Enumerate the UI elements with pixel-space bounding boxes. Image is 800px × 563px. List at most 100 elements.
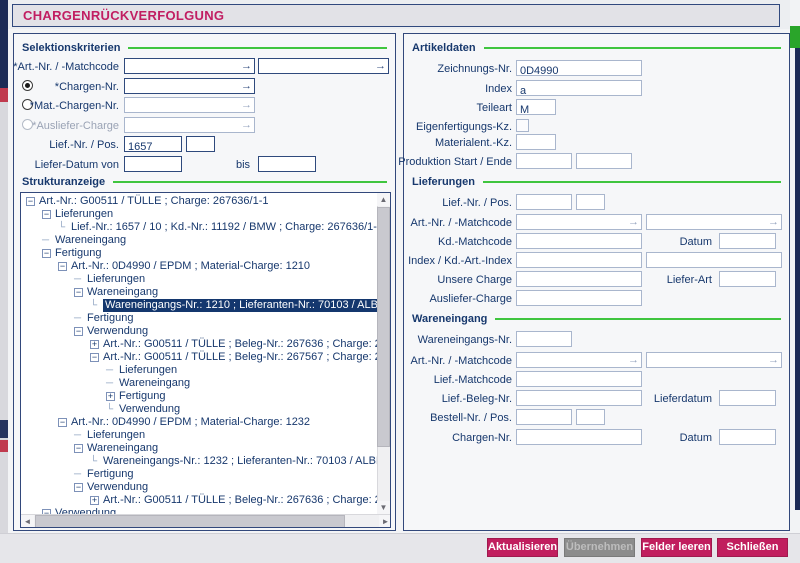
del-art-nr-input[interactable] (517, 218, 627, 232)
tree-item-label[interactable]: Wareneingangs-Nr.: 1232 ; Lieferanten-Nr… (103, 455, 377, 468)
we-chargen-field[interactable] (516, 429, 642, 445)
we-nr-field[interactable] (516, 331, 572, 347)
chargen-nr-input[interactable] (125, 82, 240, 96)
tree-item[interactable]: └Lief.-Nr.: 1657 / 10 ; Kd.-Nr.: 11192 /… (21, 221, 377, 234)
vertical-scroll-thumb[interactable] (377, 207, 390, 447)
lookup-arrow-icon[interactable]: → (768, 215, 779, 229)
tree-item[interactable]: + Art.-Nr.: G00511 / TÜLLE ; Beleg-Nr.: 2… (21, 494, 377, 507)
lookup-arrow-icon[interactable]: → (768, 353, 779, 367)
scroll-down-icon[interactable]: ▼ (377, 501, 390, 514)
tree-item-label[interactable]: Wareneingang (87, 442, 158, 455)
tree-item[interactable]: ─Fertigung (21, 312, 377, 325)
del-kd-art-index-input[interactable] (647, 256, 781, 270)
teileart-input[interactable] (517, 103, 555, 117)
collapse-icon[interactable]: − (58, 262, 67, 271)
collapse-icon[interactable]: − (74, 327, 83, 336)
collapse-icon[interactable]: − (26, 197, 35, 206)
tree-item[interactable]: ─Lieferungen (21, 273, 377, 286)
art-matchcode-field[interactable]: → (258, 58, 389, 74)
art-nr-field[interactable]: → (124, 58, 255, 74)
tree-item[interactable]: −Verwendung (21, 325, 377, 338)
tree-item-label[interactable]: Verwendung (119, 403, 180, 416)
art-matchcode-input[interactable] (259, 62, 374, 76)
tree-item-label[interactable]: Lieferungen (119, 364, 177, 377)
collapse-icon[interactable]: − (90, 353, 99, 362)
we-lief-matchcode-field[interactable] (516, 371, 642, 387)
we-nr-input[interactable] (517, 335, 571, 349)
tree-item-label[interactable]: Wareneingang (119, 377, 190, 390)
horizontal-scroll-thumb[interactable] (35, 515, 345, 528)
materialent-kz-field[interactable] (516, 134, 556, 150)
tree-horizontal-scrollbar[interactable]: ◄ ► (21, 514, 391, 527)
datum-von-input[interactable] (125, 160, 181, 174)
schliessen-button[interactable]: Schließen (717, 538, 788, 557)
lookup-arrow-icon[interactable]: → (241, 59, 252, 73)
del-kd-matchcode-field[interactable] (516, 233, 642, 249)
materialent-kz-input[interactable] (517, 138, 555, 152)
datum-bis-input[interactable] (259, 160, 315, 174)
produktion-ende-input[interactable] (577, 157, 631, 171)
we-lief-beleg-field[interactable] (516, 390, 642, 406)
scroll-up-icon[interactable]: ▲ (377, 193, 390, 206)
we-lieferdatum-input[interactable] (720, 394, 775, 408)
del-lief-pos-input[interactable] (577, 198, 604, 212)
index-input[interactable] (517, 84, 641, 98)
expand-icon[interactable]: + (90, 496, 99, 505)
del-art-matchcode-field[interactable]: → (646, 214, 782, 230)
tree-item-label[interactable]: Verwendung (55, 507, 116, 514)
zeichnungs-nr-input[interactable] (517, 64, 641, 78)
del-art-nr-field[interactable]: → (516, 214, 642, 230)
del-unsere-charge-input[interactable] (517, 275, 641, 289)
tree-item[interactable]: −Fertigung (21, 247, 377, 260)
tree-item-label[interactable]: Art.-Nr.: G00511 / TÜLLE ; Beleg-Nr.: 26… (103, 494, 377, 507)
tree-item[interactable]: ─Lieferungen (21, 429, 377, 442)
del-index-field[interactable] (516, 252, 642, 268)
tree-item[interactable]: ─Wareneingang (21, 377, 377, 390)
del-liefer-art-input[interactable] (720, 275, 775, 289)
produktion-ende-field[interactable] (576, 153, 632, 169)
tree-vertical-scrollbar[interactable]: ▲ ▼ (377, 193, 390, 514)
tree-item[interactable]: −Art.-Nr.: G00511 / TÜLLE ; Beleg-Nr.: 2… (21, 351, 377, 364)
tree-item-label[interactable]: Wareneingangs-Nr.: 1210 ; Lieferanten-Nr… (103, 299, 377, 312)
tree-item-label[interactable]: Art.-Nr.: 0D4990 / EPDM ; Material-Charg… (71, 260, 310, 273)
tree-item-label[interactable]: Fertigung (55, 247, 101, 260)
tree-item[interactable]: −Wareneingang (21, 286, 377, 299)
we-chargen-input[interactable] (517, 433, 641, 447)
collapse-icon[interactable]: − (58, 418, 67, 427)
tree-item[interactable]: −Verwendung (21, 481, 377, 494)
lookup-arrow-icon[interactable]: → (241, 79, 252, 93)
tree-item[interactable]: └Verwendung (21, 403, 377, 416)
tree-item-label[interactable]: Fertigung (87, 468, 133, 481)
datum-von-field[interactable] (124, 156, 182, 172)
tree-item[interactable]: +Art.-Nr.: G00511 / TÜLLE ; Beleg-Nr.: 2… (21, 338, 377, 351)
del-art-matchcode-input[interactable] (647, 218, 767, 232)
collapse-icon[interactable]: − (42, 249, 51, 258)
tree-item[interactable]: −Wareneingang (21, 442, 377, 455)
tree-item[interactable]: −Art.-Nr.: 0D4990 / EPDM ; Material-Char… (21, 260, 377, 273)
chargen-nr-radio[interactable] (22, 80, 33, 91)
tree-item[interactable]: └Wareneingangs-Nr.: 1232 ; Lieferanten-N… (21, 455, 377, 468)
tree-item[interactable]: ─Wareneingang (21, 234, 377, 247)
del-unsere-charge-field[interactable] (516, 271, 642, 287)
art-nr-input[interactable] (125, 62, 240, 76)
collapse-icon[interactable]: − (42, 210, 51, 219)
lookup-arrow-icon[interactable]: → (241, 98, 252, 112)
del-kd-art-index-field[interactable] (646, 252, 782, 268)
del-lief-pos-field[interactable] (576, 194, 605, 210)
zeichnungs-nr-field[interactable] (516, 60, 642, 76)
tree-item[interactable]: −Verwendung (21, 507, 377, 514)
tree-item[interactable]: ─Fertigung (21, 468, 377, 481)
scroll-right-icon[interactable]: ► (379, 515, 391, 528)
collapse-icon[interactable]: − (74, 288, 83, 297)
del-datum-input[interactable] (720, 237, 775, 251)
we-datum-field[interactable] (719, 429, 776, 445)
del-liefer-art-field[interactable] (719, 271, 776, 287)
del-lief-nr-input[interactable] (517, 198, 571, 212)
lief-nr-input[interactable] (125, 140, 181, 154)
tree-item[interactable]: −Art.-Nr.: G00511 / TÜLLE ; Charge: 2676… (21, 195, 377, 208)
we-bestell-pos-input[interactable] (577, 413, 604, 427)
tree-item-label[interactable]: Art.-Nr.: 0D4990 / EPDM ; Material-Charg… (71, 416, 310, 429)
lookup-arrow-icon[interactable]: → (628, 353, 639, 367)
collapse-icon[interactable]: − (74, 444, 83, 453)
we-bestell-pos-field[interactable] (576, 409, 605, 425)
